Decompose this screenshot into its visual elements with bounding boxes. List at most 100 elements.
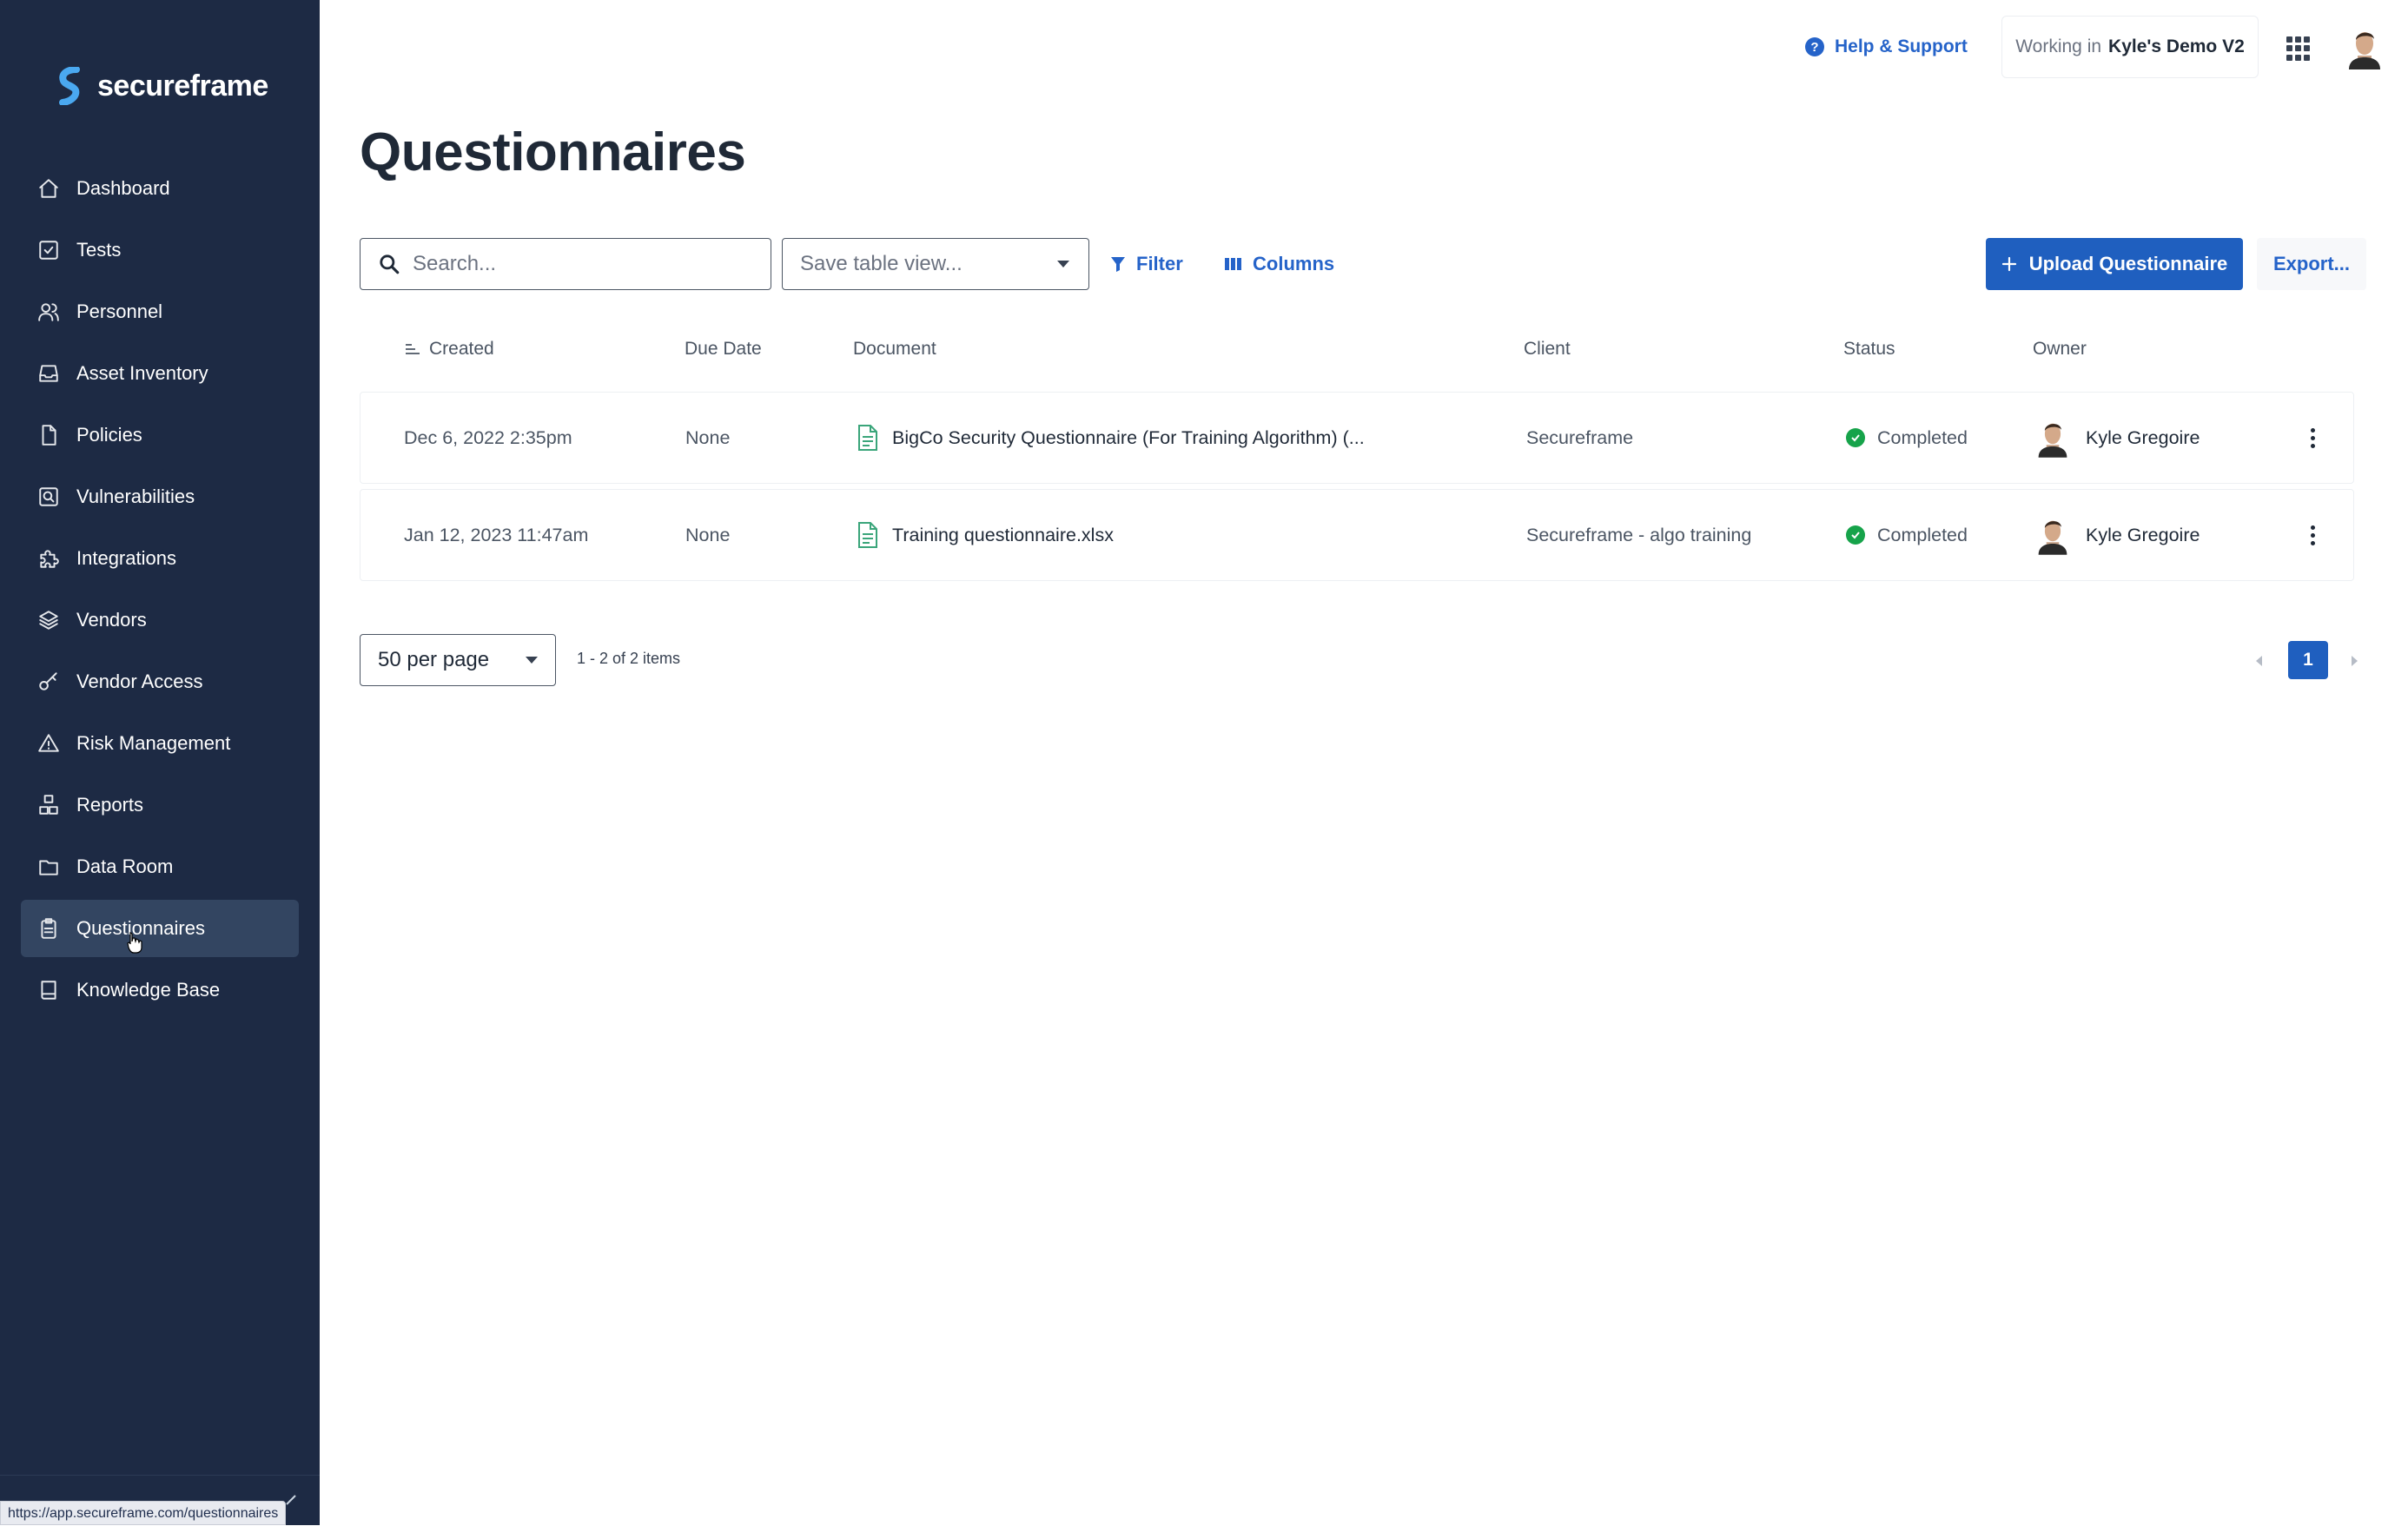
avatar [2038,520,2067,555]
row-actions-icon[interactable] [2299,490,2325,580]
check-circle-icon [1846,525,1865,545]
created-cell: Dec 6, 2022 2:35pm [404,426,572,448]
column-header-label: Client [1524,339,1571,359]
help-icon: ? [1805,37,1824,56]
avatar [2038,423,2067,458]
sidebar-item-label: Data Room [76,855,174,877]
due-date-cell: None [685,426,731,448]
owner-name: Kyle Gregoire [2086,426,2200,448]
sidebar-item-dashboard[interactable]: Dashboard [21,160,299,217]
check-circle-icon [1846,428,1865,447]
columns-button[interactable]: Columns [1225,248,1334,280]
document-name: BigCo Security Questionnaire (For Traini… [892,426,1365,448]
user-avatar[interactable] [2345,26,2384,69]
save-table-view-select[interactable]: Save table view... [782,238,1089,290]
next-page-icon[interactable] [2345,651,2363,671]
search-box-icon [36,485,61,509]
column-header-created[interactable]: Created [405,335,494,363]
sidebar: secureframe Dashboard Tests Personnel As… [0,0,320,1525]
mouse-pointer-icon [127,932,142,954]
sidebar-item-tests[interactable]: Tests [21,221,299,279]
column-header-client[interactable]: Client [1524,335,1571,363]
upload-questionnaire-button[interactable]: Upload Questionnaire [1986,238,2243,290]
workspace-name: Kyle's Demo V2 [2108,36,2245,56]
sidebar-item-label: Vendor Access [76,671,203,692]
help-support-link[interactable]: ? Help & Support [1805,31,1968,63]
sidebar-item-integrations[interactable]: Integrations [21,530,299,587]
columns-icon [1225,258,1241,270]
sidebar-item-label: Policies [76,424,142,446]
column-header-label: Owner [2033,339,2087,359]
sidebar-item-asset-inventory[interactable]: Asset Inventory [21,345,299,402]
table-row[interactable]: Dec 6, 2022 2:35pm None BigCo Security Q… [360,392,2354,484]
inbox-icon [36,361,61,386]
upload-questionnaire-label: Upload Questionnaire [2028,253,2228,274]
sidebar-item-label: Risk Management [76,732,231,754]
column-header-label: Document [853,339,936,359]
due-date-cell: None [685,524,731,545]
sidebar-item-vendor-access[interactable]: Vendor Access [21,653,299,710]
client-cell: Secureframe [1526,426,1634,448]
sidebar-item-reports[interactable]: Reports [21,776,299,834]
search-input[interactable] [413,252,743,276]
status-cell: Completed [1846,490,1968,580]
apps-grid-icon[interactable] [2286,36,2311,61]
sidebar-item-vendors[interactable]: Vendors [21,591,299,649]
people-icon [36,300,61,324]
status-cell: Completed [1846,393,1968,483]
sidebar-nav: Dashboard Tests Personnel Asset Inventor… [21,160,299,1023]
sidebar-item-personnel[interactable]: Personnel [21,283,299,340]
row-actions-icon[interactable] [2299,393,2325,483]
folder-icon [36,855,61,879]
file-icon [858,522,877,548]
sidebar-item-vulnerabilities[interactable]: Vulnerabilities [21,468,299,525]
column-header-label: Status [1843,339,1895,359]
brand-logo[interactable]: secureframe [56,64,268,108]
column-header-owner[interactable]: Owner [2033,335,2087,363]
checkbox-icon [36,238,61,262]
search-icon [380,254,400,274]
column-header-due-date[interactable]: Due Date [685,335,762,363]
client-cell: Secureframe - algo training [1526,524,1752,545]
sidebar-item-questionnaires[interactable]: Questionnaires [21,900,299,957]
document-cell[interactable]: BigCo Security Questionnaire (For Traini… [857,393,1365,483]
export-button[interactable]: Export... [2257,238,2366,290]
workspace-prefix: Working in [2015,36,2102,56]
sidebar-item-knowledge-base[interactable]: Knowledge Base [21,961,299,1019]
sidebar-item-risk-management[interactable]: Risk Management [21,715,299,772]
sidebar-item-label: Vendors [76,609,147,631]
search-field[interactable] [360,238,771,290]
previous-page-icon[interactable] [2250,651,2267,671]
sidebar-item-label: Personnel [76,301,163,322]
filter-button[interactable]: Filter [1110,248,1183,280]
page-number-button[interactable]: 1 [2288,641,2328,679]
per-page-select[interactable]: 50 per page [360,634,556,686]
warning-icon [36,731,61,756]
sidebar-item-policies[interactable]: Policies [21,406,299,464]
key-icon [36,670,61,694]
columns-label: Columns [1253,253,1335,274]
home-icon [36,176,61,201]
workspace-switcher[interactable]: Working in Kyle's Demo V2 [2001,16,2259,78]
page-title: Questionnaires [360,122,746,182]
file-icon [858,425,877,451]
layers-icon [36,608,61,632]
sidebar-item-label: Reports [76,794,144,816]
status-label: Completed [1877,524,1968,545]
owner-cell: Kyle Gregoire [2035,490,2200,580]
chevron-down-icon [526,657,538,664]
table-row[interactable]: Jan 12, 2023 11:47am None Training quest… [360,489,2354,581]
sidebar-item-label: Asset Inventory [76,362,208,384]
items-count: 1 - 2 of 2 items [577,650,681,667]
owner-name: Kyle Gregoire [2086,524,2200,545]
sidebar-item-label: Vulnerabilities [76,486,195,507]
book-icon [36,978,61,1002]
chevron-down-icon [1057,261,1069,268]
column-header-document[interactable]: Document [853,335,936,363]
document-cell[interactable]: Training questionnaire.xlsx [857,490,1114,580]
column-header-label: Due Date [685,339,762,359]
puzzle-icon [36,546,61,571]
sidebar-item-data-room[interactable]: Data Room [21,838,299,895]
sidebar-item-label: Integrations [76,547,176,569]
column-header-status[interactable]: Status [1843,335,1895,363]
